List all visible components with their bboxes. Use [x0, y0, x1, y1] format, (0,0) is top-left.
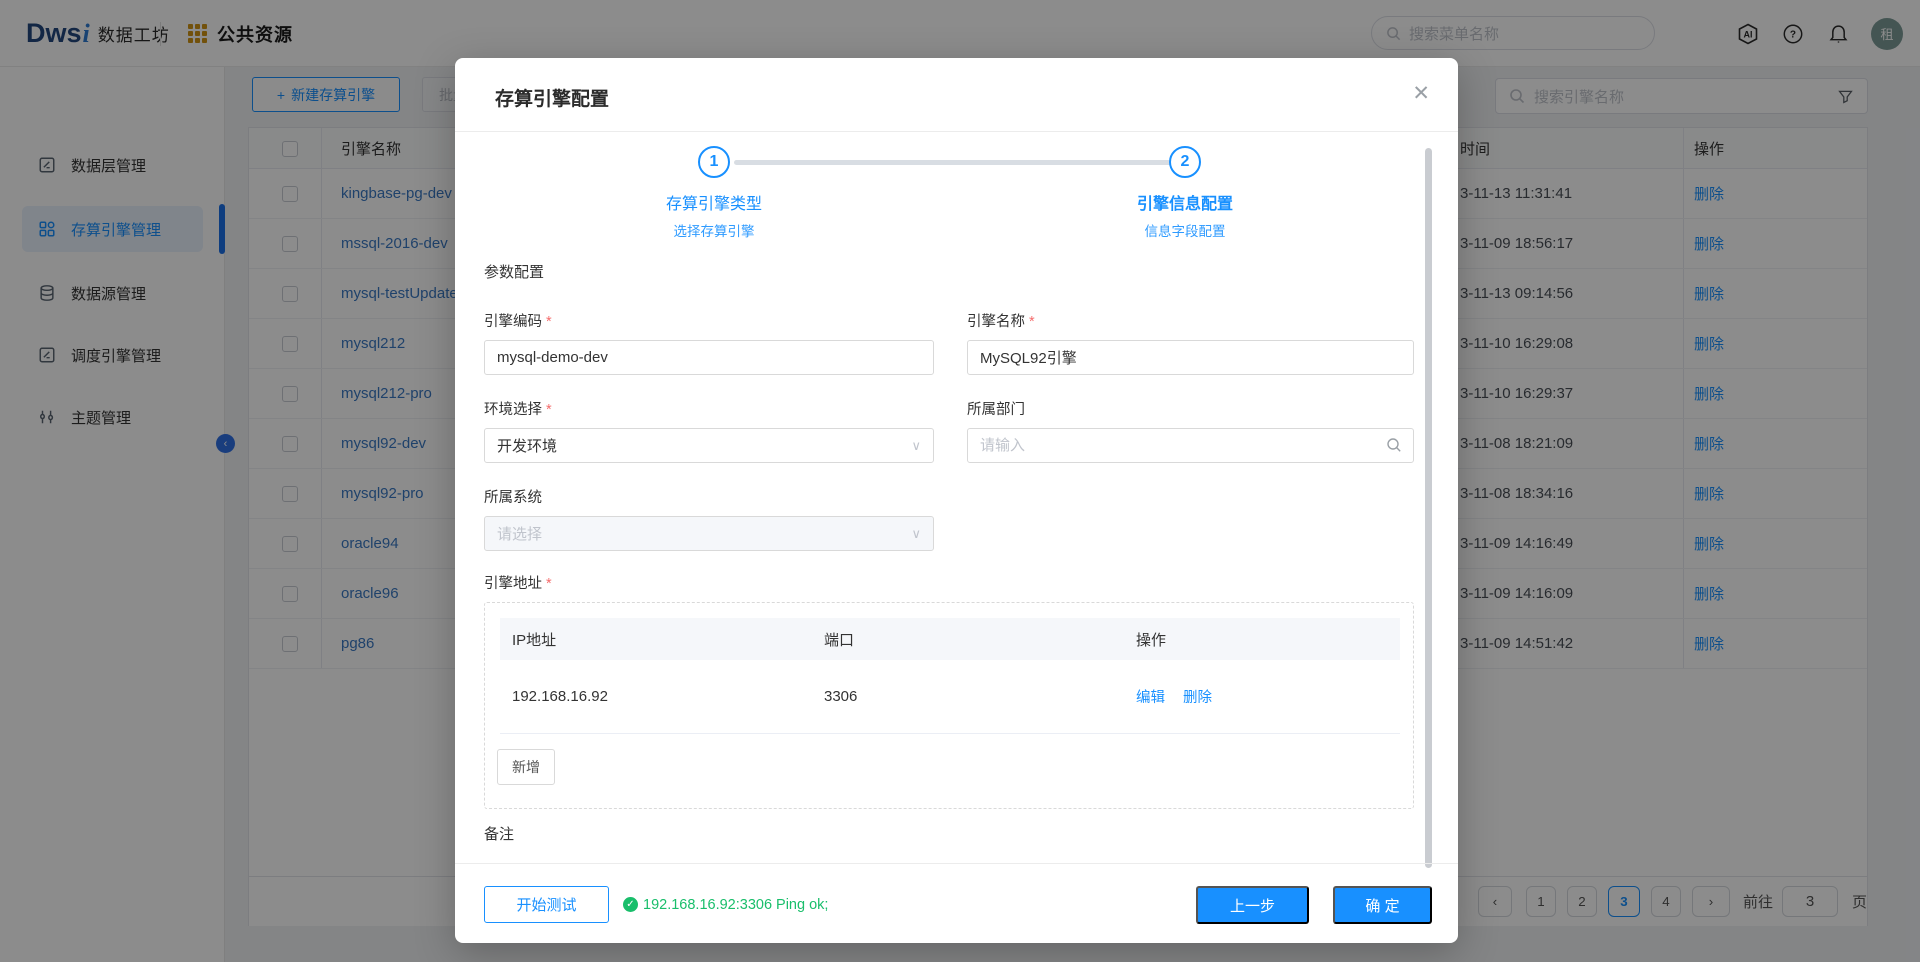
step-number: 2: [1181, 153, 1190, 171]
test-connection-button[interactable]: 开始测试: [484, 886, 609, 923]
stepper-line: [734, 160, 1174, 165]
address-table: IP地址 端口 操作 192.168.16.92 3306 编辑 删除: [500, 618, 1400, 734]
ping-result: ✓ 192.168.16.92:3306 Ping ok;: [623, 886, 828, 923]
field-label-system: 所属系统: [484, 486, 542, 507]
address-ip: 192.168.16.92: [512, 660, 608, 733]
success-check-icon: ✓: [623, 897, 638, 912]
modal-header: 存算引擎配置 ✕: [455, 58, 1458, 132]
address-col-port: 端口: [824, 618, 854, 660]
department-input[interactable]: [967, 428, 1414, 463]
field-label-address: 引擎地址*: [484, 572, 552, 593]
address-col-action: 操作: [1136, 618, 1166, 660]
required-asterisk: *: [546, 576, 552, 592]
remark-label: 备注: [484, 823, 514, 844]
address-port: 3306: [824, 660, 857, 733]
required-asterisk: *: [546, 402, 552, 418]
modal-footer: 开始测试 ✓ 192.168.16.92:3306 Ping ok; 上一步 确…: [455, 863, 1458, 943]
env-select[interactable]: 开发环境 ∨: [484, 428, 934, 463]
add-address-button[interactable]: 新增: [497, 749, 555, 785]
required-asterisk: *: [1029, 314, 1035, 330]
system-select-placeholder: 请选择: [497, 523, 542, 544]
engine-config-modal: 存算引擎配置 ✕ 1 2 存算引擎类型 选择存算引擎 引擎信息配置 信息字段配置…: [455, 58, 1458, 943]
modal-scrollbar[interactable]: [1425, 148, 1432, 868]
delete-link[interactable]: 删除: [1183, 686, 1212, 707]
edit-link[interactable]: 编辑: [1136, 686, 1165, 707]
step-1-circle: 1: [698, 146, 730, 178]
chevron-down-icon: ∨: [911, 526, 921, 542]
step-1-title: 存算引擎类型: [604, 190, 824, 214]
confirm-button[interactable]: 确 定: [1333, 886, 1432, 924]
step-1-subtitle: 选择存算引擎: [604, 220, 824, 240]
search-icon: [1386, 437, 1402, 453]
step-number: 1: [710, 153, 719, 171]
engine-code-input[interactable]: [484, 340, 934, 375]
modal-title: 存算引擎配置: [495, 84, 609, 111]
field-label-env: 环境选择*: [484, 398, 552, 419]
required-asterisk: *: [546, 314, 552, 330]
ping-result-text: 192.168.16.92:3306 Ping ok;: [643, 897, 828, 913]
field-label-department: 所属部门: [967, 398, 1025, 419]
field-label-engine-name: 引擎名称*: [967, 310, 1035, 331]
env-select-value: 开发环境: [497, 435, 557, 456]
section-label-params: 参数配置: [484, 261, 544, 282]
field-label-engine-code: 引擎编码*: [484, 310, 552, 331]
engine-address-box: IP地址 端口 操作 192.168.16.92 3306 编辑 删除 新增: [484, 602, 1414, 809]
step-2-subtitle: 信息字段配置: [1075, 220, 1295, 240]
address-table-header: IP地址 端口 操作: [500, 618, 1400, 660]
address-col-ip: IP地址: [512, 618, 556, 660]
close-icon[interactable]: ✕: [1412, 83, 1430, 104]
chevron-down-icon: ∨: [911, 438, 921, 454]
step-2-circle: 2: [1169, 146, 1201, 178]
engine-name-input[interactable]: [967, 340, 1414, 375]
step-2-title: 引擎信息配置: [1075, 190, 1295, 214]
previous-step-button[interactable]: 上一步: [1196, 886, 1309, 924]
address-row: 192.168.16.92 3306 编辑 删除: [500, 660, 1400, 734]
system-select[interactable]: 请选择 ∨: [484, 516, 934, 551]
